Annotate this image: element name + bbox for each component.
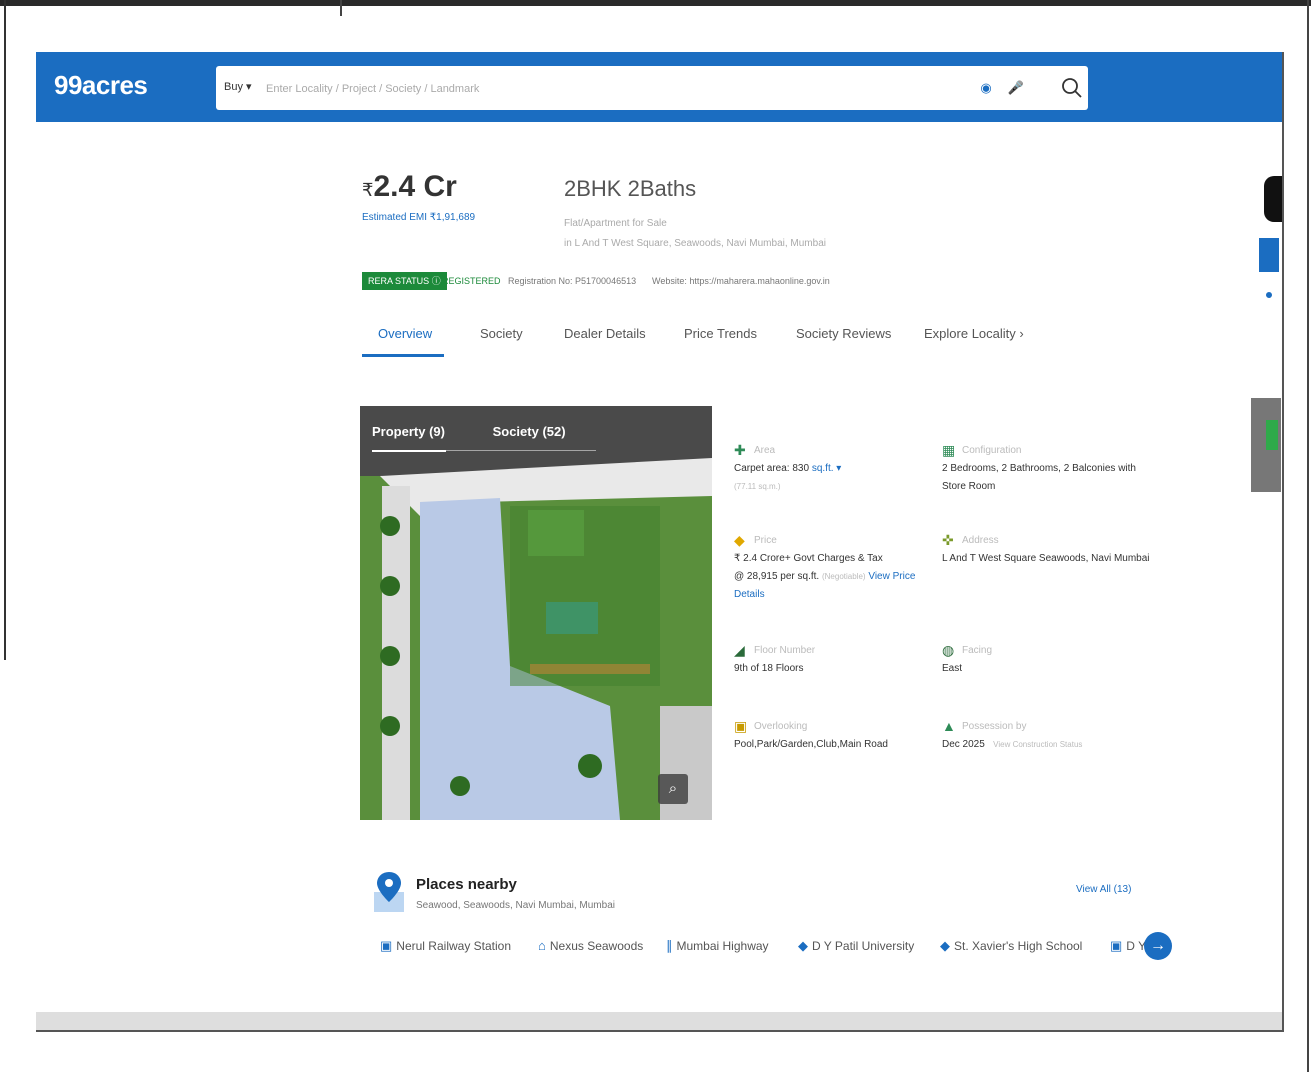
detail-address: ✜ Address L And T West Square Seawoods, … — [942, 532, 1150, 564]
bottom-band — [36, 1012, 1282, 1030]
buy-dropdown[interactable]: Buy ▾ — [224, 80, 252, 93]
tab-society[interactable]: Society — [480, 326, 523, 341]
browser-viewport: 99acres Buy ▾ ◉ 🎤 ₹2.4 Cr Estimated EMI … — [36, 52, 1284, 1032]
detail-area: ✚ Area Carpet area: 830 sq.ft. ▾ (77.11 s… — [734, 442, 842, 491]
rera-registration-no: Registration No: P51700046513 — [508, 276, 637, 286]
price-tag-icon: ◆ — [734, 532, 745, 548]
graduation-cap-icon: ◆ — [798, 938, 808, 953]
tab-explore-locality[interactable]: Explore Locality › — [924, 326, 1024, 341]
area-unit-dropdown[interactable]: sq.ft. ▾ — [812, 463, 841, 474]
area-icon: ✚ — [734, 442, 746, 458]
map-pin-icon — [374, 872, 404, 912]
rera-registered: REGISTERED — [442, 276, 501, 286]
listing-subtitle: Flat/Apartment for Sale — [564, 218, 667, 229]
scan-frame-top — [0, 0, 1311, 6]
hospital-icon: ▣ — [1110, 938, 1123, 953]
detail-possession: ▲ Possession by Dec 2025 View Constructi… — [942, 718, 1083, 750]
site-logo[interactable]: 99acres — [54, 70, 148, 101]
scan-frame-right — [1307, 0, 1309, 1072]
tab-dealer-details[interactable]: Dealer Details — [564, 326, 646, 341]
nearby-chip[interactable]: ∥ Mumbai Highway — [666, 938, 769, 954]
nearby-chip[interactable]: ⌂ Nexus Seawoods — [538, 938, 643, 953]
section-tabs: Overview Society Dealer Details Price Tr… — [362, 326, 1062, 358]
configuration-icon: ▦ — [942, 442, 956, 458]
view-construction-status-link[interactable]: View Construction Status — [993, 740, 1082, 749]
floor-stairs-icon: ◢ — [734, 642, 745, 658]
top-nav-bar: 99acres Buy ▾ ◉ 🎤 — [36, 52, 1282, 122]
rera-website[interactable]: Website: https://maharera.mahaonline.gov… — [652, 276, 830, 286]
search-icon[interactable] — [1060, 76, 1084, 100]
gallery-tab-property[interactable]: Property (9) — [372, 424, 445, 439]
nearby-places-carousel: ▣ Nerul Railway Station ⌂ Nexus Seawoods ∥… — [380, 938, 1180, 962]
train-icon: ▣ — [380, 938, 393, 953]
scan-frame-left — [4, 0, 6, 660]
gallery-active-indicator — [372, 450, 446, 452]
side-widget-dark — [1264, 176, 1282, 222]
view-all-places-link[interactable]: View All (13) — [1076, 884, 1131, 895]
address-signpost-icon: ✜ — [942, 532, 954, 548]
gallery-tab-society[interactable]: Society (52) — [493, 424, 566, 439]
places-nearby-title: Places nearby — [416, 876, 517, 893]
possession-building-icon: ▲ — [942, 718, 956, 734]
listing-price: ₹2.4 Cr — [362, 170, 457, 203]
tab-society-reviews[interactable]: Society Reviews — [796, 326, 891, 341]
carousel-next-button[interactable]: → — [1144, 932, 1172, 960]
locate-icon[interactable]: ◉ — [976, 78, 996, 98]
side-contact-button[interactable] — [1259, 238, 1279, 272]
places-nearby-subtitle: Seawood, Seawoods, Navi Mumbai, Mumbai — [416, 900, 615, 911]
detail-floor: ◢ Floor Number 9th of 18 Floors — [734, 642, 816, 674]
site-plan-image — [360, 406, 712, 820]
highway-icon: ∥ — [666, 938, 673, 953]
compass-icon: ◍ — [942, 642, 955, 658]
detail-facing: ◍ Facing East — [942, 642, 993, 674]
detail-overlooking: ▣ Overlooking Pool,Park/Garden,Club,Main… — [734, 718, 888, 750]
window-icon: ▣ — [734, 718, 748, 734]
side-green-tab[interactable] — [1266, 420, 1278, 450]
tab-price-trends[interactable]: Price Trends — [684, 326, 757, 341]
microphone-icon[interactable]: 🎤 — [1006, 78, 1026, 98]
side-dot — [1266, 292, 1272, 298]
tab-overview[interactable]: Overview — [378, 326, 432, 341]
nearby-chip[interactable]: ▣ Nerul Railway Station — [380, 938, 511, 954]
zoom-in-icon[interactable]: ⌕ — [658, 774, 688, 804]
nearby-chip[interactable]: ◆ St. Xavier's High School — [940, 938, 1082, 954]
nearby-chip[interactable]: ◆ D Y Patil University — [798, 938, 914, 954]
listing-location: in L And T West Square, Seawoods, Navi M… — [564, 238, 826, 249]
search-bar: Buy ▾ ◉ 🎤 — [216, 66, 1088, 110]
detail-configuration: ▦ Configuration 2 Bedrooms, 2 Bathrooms,… — [942, 442, 1136, 492]
estimated-emi-link[interactable]: Estimated EMI ₹1,91,689 — [362, 212, 475, 223]
active-tab-indicator — [362, 354, 444, 357]
nearby-chip[interactable]: ▣ D Y — [1110, 938, 1146, 954]
property-details-card: ✚ Area Carpet area: 830 sq.ft. ▾ (77.11 s… — [712, 402, 1150, 822]
graduation-cap-icon: ◆ — [940, 938, 950, 953]
scan-frame-tick — [340, 0, 342, 16]
search-input[interactable] — [264, 76, 888, 102]
listing-title: 2BHK 2Baths — [564, 176, 697, 201]
property-gallery[interactable]: Property (9) Society (52) ⌕ — [360, 406, 712, 820]
detail-price: ◆ Price ₹ 2.4 Crore+ Govt Charges & Tax @… — [734, 532, 916, 600]
gallery-tabs: Property (9) Society (52) — [372, 424, 566, 439]
rera-status-badge[interactable]: RERA STATUS ⓘ — [362, 272, 447, 290]
shopping-bag-icon: ⌂ — [538, 938, 546, 953]
